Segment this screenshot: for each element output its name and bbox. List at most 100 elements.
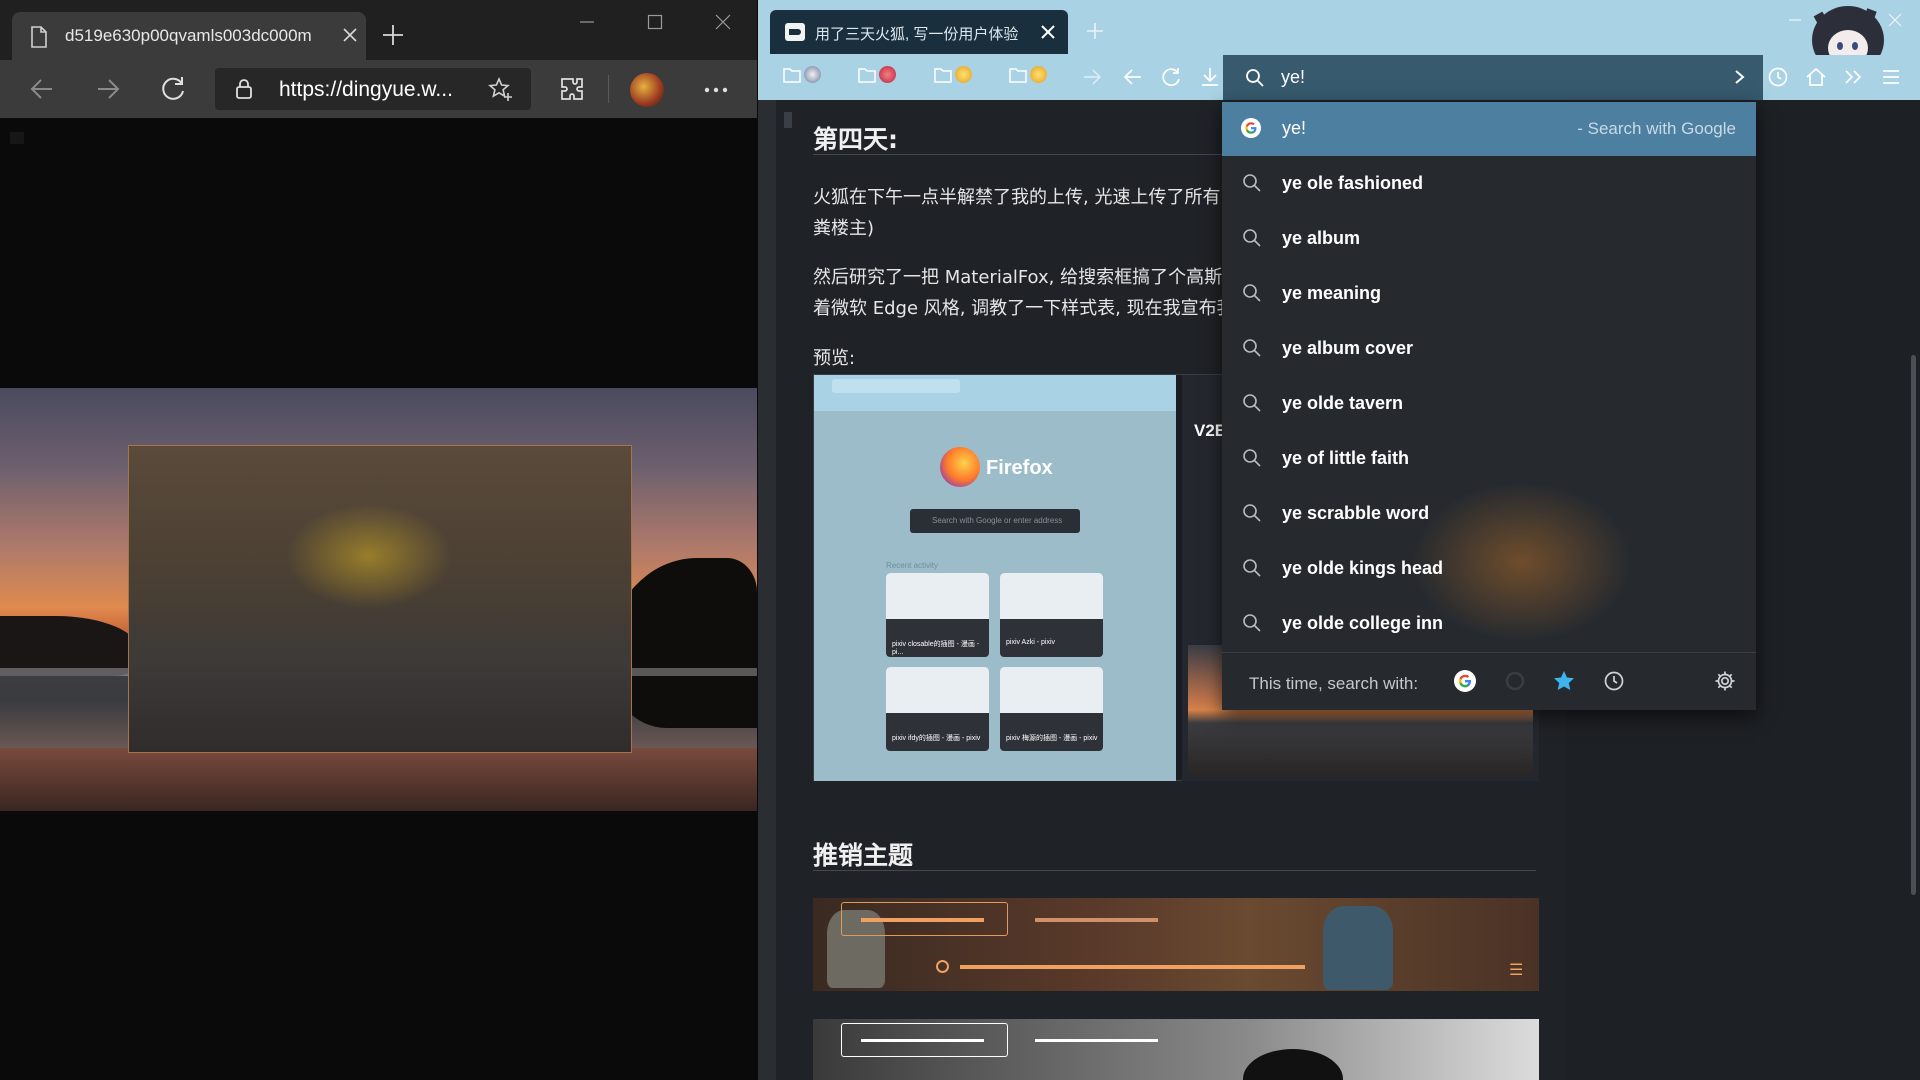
suggestion-item[interactable]: ye album cover bbox=[1222, 321, 1756, 376]
preview-recent-label: Recent activity bbox=[886, 561, 939, 570]
history-icon[interactable] bbox=[1603, 670, 1625, 692]
blurred-selection-box[interactable] bbox=[128, 445, 632, 753]
search-icon bbox=[1242, 558, 1262, 578]
heading-day-four: 第四天: bbox=[813, 125, 898, 154]
add-favorite-icon[interactable] bbox=[488, 77, 514, 103]
reload-icon[interactable] bbox=[1160, 66, 1182, 88]
url-input[interactable] bbox=[1281, 64, 1681, 90]
suggestion-item[interactable]: ye olde kings head bbox=[1222, 541, 1756, 596]
forward-icon[interactable] bbox=[94, 75, 122, 103]
preview-card: pixiv 梅源的插图 - 漫画 - pixiv bbox=[1000, 667, 1103, 751]
firefox-tab[interactable]: 用了三天火狐, 写一份用户体验 bbox=[770, 10, 1068, 54]
banner-menu-icon: ☰ bbox=[1509, 962, 1524, 979]
history-icon[interactable] bbox=[1767, 66, 1789, 88]
scrollbar-thumb[interactable] bbox=[1911, 355, 1916, 895]
search-icon bbox=[1242, 283, 1262, 303]
one-off-search-bar: This time, search with: bbox=[1222, 652, 1756, 710]
tab-close-icon[interactable] bbox=[1040, 24, 1056, 40]
preview-card-label: pixiv ifdy的插图 - 漫画 - pixiv bbox=[892, 735, 981, 742]
theme-banner-monochrome[interactable] bbox=[813, 1019, 1539, 1080]
knight-figure bbox=[1323, 906, 1393, 990]
suggestion-item[interactable]: ye of little faith bbox=[1222, 431, 1756, 486]
toolbar-divider bbox=[608, 75, 609, 103]
gutter-marker bbox=[784, 112, 792, 128]
suggestion-text: ye meaning bbox=[1282, 283, 1382, 303]
home-icon[interactable] bbox=[1805, 66, 1827, 88]
bookmark-folder-2[interactable] bbox=[858, 66, 896, 83]
new-tab-icon[interactable] bbox=[382, 24, 404, 46]
search-icon bbox=[1242, 338, 1262, 358]
page-margin bbox=[758, 100, 776, 1080]
refresh-icon[interactable] bbox=[159, 75, 187, 103]
avatar[interactable] bbox=[630, 73, 664, 107]
go-arrow-icon[interactable] bbox=[1733, 69, 1747, 85]
hamburger-menu-icon[interactable] bbox=[1880, 66, 1902, 88]
preview-firefox-name: Firefox bbox=[986, 457, 1053, 479]
suggestion-query: ye! bbox=[1282, 118, 1307, 138]
theme-banner-dark-souls[interactable]: ☰ bbox=[813, 898, 1539, 991]
new-tab-icon[interactable] bbox=[1086, 22, 1104, 40]
edge-tab-strip: d519e630p00qvamls003dc000m bbox=[0, 0, 757, 60]
search-icon bbox=[1242, 448, 1262, 468]
suggestion-text: ye album cover bbox=[1282, 338, 1414, 358]
preview-card: pixiv closable的插图 - 漫画 - pi... bbox=[886, 573, 989, 657]
preview-tab bbox=[832, 379, 960, 393]
bookmark-folder-4[interactable] bbox=[1009, 66, 1047, 83]
bookmarks-star-icon[interactable] bbox=[1553, 670, 1575, 692]
suggestion-item[interactable]: ye meaning bbox=[1222, 266, 1756, 321]
firefox-tab-bar: 用了三天火狐, 写一份用户体验 bbox=[758, 0, 1920, 55]
edge-window-controls bbox=[553, 0, 757, 44]
more-icon[interactable] bbox=[704, 80, 728, 100]
url-bar[interactable] bbox=[1223, 55, 1763, 100]
edge-window: d519e630p00qvamls003dc000m https://dingy… bbox=[0, 0, 757, 1080]
extensions-icon[interactable] bbox=[558, 75, 586, 103]
back-icon[interactable] bbox=[1121, 66, 1143, 88]
edge-toolbar: https://dingyue.w... bbox=[0, 60, 757, 118]
preview-search-box: Search with Google or enter address bbox=[910, 509, 1080, 533]
suggestion-item[interactable]: ye ole fashioned bbox=[1222, 156, 1756, 211]
back-icon[interactable] bbox=[28, 75, 56, 103]
suggestion-item[interactable]: ye olde college inn bbox=[1222, 596, 1756, 651]
suggestion-item[interactable]: ye olde tavern bbox=[1222, 376, 1756, 431]
bookmark-folder-1[interactable] bbox=[783, 66, 821, 83]
beach bbox=[0, 748, 757, 811]
suggestion-item[interactable]: ye album bbox=[1222, 211, 1756, 266]
paragraph-2: 然后研究了一把 MaterialFox, 给搜索框搞了个高斯模 着微软 Edge… bbox=[813, 267, 1241, 319]
minimize-icon[interactable] bbox=[553, 0, 621, 44]
banner-bar bbox=[1035, 1039, 1158, 1042]
preview-card-label: pixiv Azki - pixiv bbox=[1006, 639, 1056, 646]
bookmark-emoji-icon bbox=[804, 66, 821, 83]
banner-bar bbox=[861, 1039, 984, 1042]
forward-icon[interactable] bbox=[1082, 66, 1104, 88]
bookmark-emoji-icon bbox=[879, 66, 896, 83]
gear-icon[interactable] bbox=[1714, 670, 1736, 692]
download-icon[interactable] bbox=[1199, 66, 1221, 88]
overflow-chevron-icon[interactable] bbox=[1843, 66, 1865, 88]
document-icon bbox=[30, 26, 48, 48]
search-icon bbox=[1242, 613, 1262, 633]
urlbar-suggestions-popup: ye! - Search with Google ye ole fashione… bbox=[1222, 102, 1756, 710]
window-close-icon[interactable] bbox=[689, 0, 757, 44]
edge-url: https://dingyue.w... bbox=[279, 78, 453, 101]
heading-promote-theme: 推销主题 bbox=[813, 841, 914, 870]
maximize-icon[interactable] bbox=[621, 0, 689, 44]
edge-address-bar[interactable]: https://dingyue.w... bbox=[215, 68, 531, 110]
google-icon bbox=[1241, 118, 1261, 138]
suggestion-text: ye scrabble word bbox=[1282, 503, 1430, 523]
tab-close-icon[interactable] bbox=[342, 27, 358, 43]
edge-tab[interactable]: d519e630p00qvamls003dc000m bbox=[12, 12, 366, 60]
search-engine-icon[interactable] bbox=[1504, 670, 1526, 692]
banner-bar bbox=[1035, 918, 1158, 922]
bookmark-folder-3[interactable] bbox=[934, 66, 972, 83]
suggestion-text: ye album bbox=[1282, 228, 1361, 248]
suggestion-item[interactable]: ye scrabble word bbox=[1222, 486, 1756, 541]
bookmark-emoji-icon bbox=[955, 66, 972, 83]
preview-card-label: pixiv closable的插图 - 漫画 - pi... bbox=[892, 641, 980, 656]
edge-tab-title: d519e630p00qvamls003dc000m bbox=[65, 26, 312, 45]
google-icon[interactable] bbox=[1454, 670, 1476, 692]
heading-divider bbox=[813, 870, 1536, 871]
lock-icon[interactable] bbox=[235, 78, 253, 100]
search-icon bbox=[1242, 173, 1262, 193]
preview-tab-bar bbox=[814, 375, 1176, 411]
suggestion-search-with-google[interactable]: ye! - Search with Google bbox=[1222, 102, 1756, 156]
